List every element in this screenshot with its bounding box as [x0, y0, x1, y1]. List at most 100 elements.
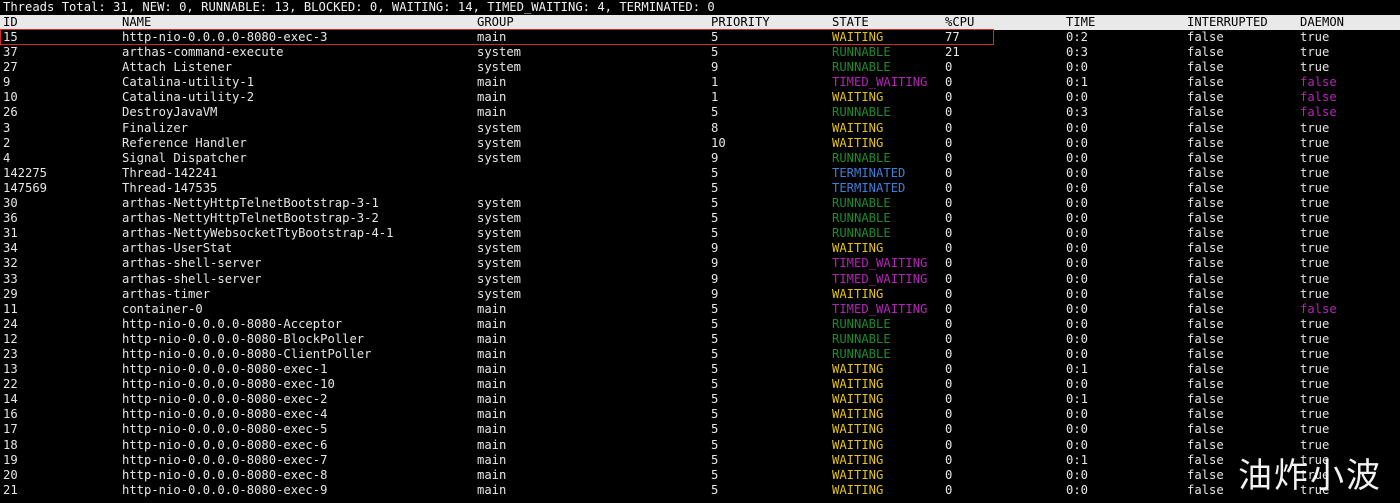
- cell-id: 23: [3, 346, 18, 361]
- cell-priority: 9: [711, 241, 719, 256]
- table-row: 3 Finalizer system 8 WAITING 0 0:0 false true: [0, 121, 1400, 136]
- cell-group: system: [477, 211, 522, 226]
- cell-daemon: true: [1300, 211, 1330, 226]
- cell-daemon: true: [1300, 331, 1330, 346]
- cell-state: WAITING: [832, 135, 884, 150]
- cell-daemon: true: [1300, 135, 1330, 150]
- cell-time: 0:2: [1066, 30, 1089, 44]
- cell-name: Thread-147535: [122, 180, 218, 195]
- cell-interrupted: false: [1187, 30, 1224, 44]
- cell-name: http-nio-0.0.0.0-8080-exec-2: [122, 392, 328, 407]
- cell-state: TERMINATED: [832, 165, 906, 180]
- cell-daemon: true: [1300, 407, 1330, 422]
- cell-cpu: 0: [945, 120, 953, 135]
- cell-time: 0:0: [1066, 407, 1089, 422]
- cell-daemon: true: [1300, 316, 1330, 331]
- cell-cpu: 0: [945, 286, 953, 301]
- table-row: 14 http-nio-0.0.0.0-8080-exec-2 main 5 WAITI…: [0, 392, 1400, 407]
- table-row: 23 http-nio-0.0.0.0-8080-ClientPoller main…: [0, 347, 1400, 362]
- cell-priority: 5: [711, 30, 719, 44]
- cell-state: WAITING: [832, 286, 884, 301]
- cell-daemon: true: [1300, 120, 1330, 135]
- cell-group: main: [477, 392, 507, 407]
- header-cpu: %CPU: [945, 15, 975, 29]
- cell-state: RUNNABLE: [832, 346, 891, 361]
- cell-interrupted: false: [1187, 422, 1224, 437]
- cell-interrupted: false: [1187, 135, 1224, 150]
- cell-group: system: [477, 45, 522, 60]
- table-row: 142275 Thread-142241 5 TERMINATED 0 0:0 false t…: [0, 166, 1400, 181]
- cell-priority: 5: [711, 105, 719, 120]
- cell-state: RUNNABLE: [832, 331, 891, 346]
- cell-time: 0:0: [1066, 165, 1089, 180]
- table-row: 22 http-nio-0.0.0.0-8080-exec-10 main 5 WAIT…: [0, 377, 1400, 392]
- cell-id: 26: [3, 105, 18, 120]
- cell-name: http-nio-0.0.0.0-8080-exec-10: [122, 377, 335, 392]
- cell-priority: 1: [711, 75, 719, 90]
- cell-state: TIMED_WAITING: [832, 75, 928, 90]
- cell-daemon: true: [1300, 180, 1330, 195]
- table-row: 17 http-nio-0.0.0.0-8080-exec-5 main 5 WAITI…: [0, 422, 1400, 437]
- cell-id: 9: [3, 75, 11, 90]
- cell-id: 34: [3, 241, 18, 256]
- cell-time: 0:0: [1066, 90, 1089, 105]
- cell-name: DestroyJavaVM: [122, 105, 218, 120]
- cell-name: Signal Dispatcher: [122, 150, 247, 165]
- cell-name: http-nio-0.0.0.0-8080-exec-6: [122, 437, 328, 452]
- cell-name: http-nio-0.0.0.0-8080-exec-8: [122, 467, 328, 482]
- cell-cpu: 0: [945, 196, 953, 211]
- cell-id: 12: [3, 331, 18, 346]
- cell-state: RUNNABLE: [832, 105, 891, 120]
- cell-cpu: 0: [945, 75, 953, 90]
- cell-cpu: 0: [945, 482, 953, 497]
- cell-id: 13: [3, 362, 18, 377]
- cell-interrupted: false: [1187, 256, 1224, 271]
- cell-id: 36: [3, 211, 18, 226]
- cell-group: system: [477, 196, 522, 211]
- cell-group: main: [477, 331, 507, 346]
- cell-interrupted: false: [1187, 346, 1224, 361]
- cell-group: main: [477, 467, 507, 482]
- cell-interrupted: false: [1187, 211, 1224, 226]
- header-id: ID: [3, 15, 18, 29]
- header-interrupted: INTERRUPTED: [1187, 15, 1268, 29]
- cell-group: system: [477, 226, 522, 241]
- cell-priority: 5: [711, 377, 719, 392]
- table-row: 29 arthas-timer system 9 WAITING 0 0:0 false tru…: [0, 287, 1400, 302]
- cell-interrupted: false: [1187, 120, 1224, 135]
- cell-group: main: [477, 422, 507, 437]
- table-row: 33 arthas-shell-server system 9 TIMED_WAITIN…: [0, 272, 1400, 287]
- cell-id: 147569: [3, 180, 48, 195]
- cell-interrupted: false: [1187, 271, 1224, 286]
- cell-name: arthas-NettyHttpTelnetBootstrap-3-1: [122, 196, 379, 211]
- cell-time: 0:0: [1066, 271, 1089, 286]
- cell-name: arthas-shell-server: [122, 271, 262, 286]
- cell-cpu: 0: [945, 241, 953, 256]
- cell-daemon: true: [1300, 226, 1330, 241]
- cell-interrupted: false: [1187, 165, 1224, 180]
- table-row: 147569 Thread-147535 5 TERMINATED 0 0:0 false t…: [0, 181, 1400, 196]
- cell-interrupted: false: [1187, 150, 1224, 165]
- cell-id: 3: [3, 120, 11, 135]
- cell-daemon: true: [1300, 392, 1330, 407]
- cell-name: Catalina-utility-1: [122, 75, 255, 90]
- cell-state: WAITING: [832, 30, 884, 44]
- cell-time: 0:1: [1066, 392, 1089, 407]
- cell-interrupted: false: [1187, 226, 1224, 241]
- cell-time: 0:0: [1066, 256, 1089, 271]
- cell-priority: 5: [711, 196, 719, 211]
- cell-time: 0:0: [1066, 467, 1089, 482]
- cell-priority: 5: [711, 482, 719, 497]
- cell-state: RUNNABLE: [832, 226, 891, 241]
- cell-priority: 5: [711, 452, 719, 467]
- cell-interrupted: false: [1187, 286, 1224, 301]
- cell-priority: 9: [711, 60, 719, 75]
- cell-group: main: [477, 316, 507, 331]
- cell-group: system: [477, 271, 522, 286]
- cell-interrupted: false: [1187, 75, 1224, 90]
- table-row: 16 http-nio-0.0.0.0-8080-exec-4 main 5 WAITI…: [0, 407, 1400, 422]
- table-row: 21 http-nio-0.0.0.0-8080-exec-9 main 5 WAITI…: [0, 483, 1400, 498]
- table-row: 11 container-0 main 5 TIMED_WAITING 0 0:0 false…: [0, 302, 1400, 317]
- cell-priority: 5: [711, 467, 719, 482]
- cell-cpu: 0: [945, 377, 953, 392]
